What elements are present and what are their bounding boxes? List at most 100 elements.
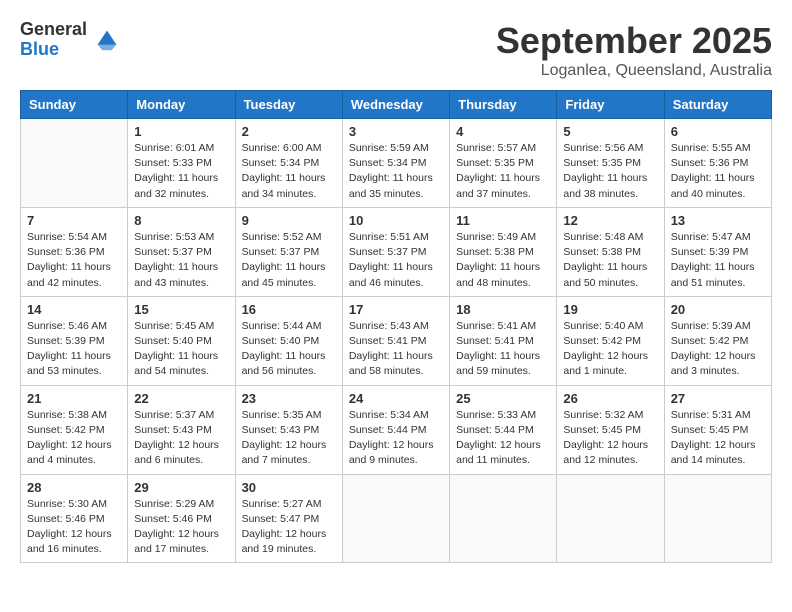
day-info: Sunrise: 5:56 AM Sunset: 5:35 PM Dayligh… bbox=[563, 141, 657, 202]
day-info: Sunrise: 5:29 AM Sunset: 5:46 PM Dayligh… bbox=[134, 497, 228, 558]
day-number: 17 bbox=[349, 302, 443, 317]
calendar-cell: 8Sunrise: 5:53 AM Sunset: 5:37 PM Daylig… bbox=[128, 207, 235, 296]
day-info: Sunrise: 5:27 AM Sunset: 5:47 PM Dayligh… bbox=[242, 497, 336, 558]
day-info: Sunrise: 5:33 AM Sunset: 5:44 PM Dayligh… bbox=[456, 408, 550, 469]
calendar-cell: 3 Sunrise: 5:59 AM Sunset: 5:34 PM Daylig… bbox=[342, 119, 449, 208]
day-info: Sunrise: 5:40 AM Sunset: 5:42 PM Dayligh… bbox=[563, 319, 657, 380]
day-number: 26 bbox=[563, 391, 657, 406]
calendar-cell: 15 Sunrise: 5:45 AM Sunset: 5:40 PM Dayli… bbox=[128, 296, 235, 385]
location: Loganlea, Queensland, Australia bbox=[496, 62, 772, 80]
day-number: 19 bbox=[563, 302, 657, 317]
calendar-week-2: 7Sunrise: 5:54 AM Sunset: 5:36 PM Daylig… bbox=[21, 207, 772, 296]
day-number: 13 bbox=[671, 213, 765, 228]
day-number: 22 bbox=[134, 391, 228, 406]
column-header-friday: Friday bbox=[557, 91, 664, 119]
calendar-cell bbox=[21, 119, 128, 208]
day-number: 14 bbox=[27, 302, 121, 317]
day-number: 15 bbox=[134, 302, 228, 317]
logo-text: General Blue bbox=[20, 20, 87, 60]
calendar-cell: 24Sunrise: 5:34 AM Sunset: 5:44 PM Dayli… bbox=[342, 385, 449, 474]
calendar-week-3: 14Sunrise: 5:46 AM Sunset: 5:39 PM Dayli… bbox=[21, 296, 772, 385]
column-header-saturday: Saturday bbox=[664, 91, 771, 119]
day-info: Sunrise: 5:35 AM Sunset: 5:43 PM Dayligh… bbox=[242, 408, 336, 469]
calendar-cell bbox=[557, 474, 664, 563]
day-number: 27 bbox=[671, 391, 765, 406]
day-info: Sunrise: 6:01 AM Sunset: 5:33 PM Dayligh… bbox=[134, 141, 228, 202]
calendar-cell bbox=[664, 474, 771, 563]
day-info: Sunrise: 5:37 AM Sunset: 5:43 PM Dayligh… bbox=[134, 408, 228, 469]
day-info: Sunrise: 5:41 AM Sunset: 5:41 PM Dayligh… bbox=[456, 319, 550, 380]
day-info: Sunrise: 5:55 AM Sunset: 5:36 PM Dayligh… bbox=[671, 141, 765, 202]
calendar-cell bbox=[450, 474, 557, 563]
calendar-cell: 28 Sunrise: 5:30 AM Sunset: 5:46 PM Dayli… bbox=[21, 474, 128, 563]
day-number: 29 bbox=[134, 480, 228, 495]
calendar-week-1: 1 Sunrise: 6:01 AM Sunset: 5:33 PM Daylig… bbox=[21, 119, 772, 208]
calendar-cell: 14Sunrise: 5:46 AM Sunset: 5:39 PM Dayli… bbox=[21, 296, 128, 385]
calendar-cell: 4Sunrise: 5:57 AM Sunset: 5:35 PM Daylig… bbox=[450, 119, 557, 208]
day-number: 25 bbox=[456, 391, 550, 406]
calendar-cell: 2 Sunrise: 6:00 AM Sunset: 5:34 PM Daylig… bbox=[235, 119, 342, 208]
calendar-cell: 11 Sunrise: 5:49 AM Sunset: 5:38 PM Dayli… bbox=[450, 207, 557, 296]
logo-blue: Blue bbox=[20, 40, 87, 60]
day-number: 16 bbox=[242, 302, 336, 317]
calendar-cell: 21 Sunrise: 5:38 AM Sunset: 5:42 PM Dayli… bbox=[21, 385, 128, 474]
calendar-cell: 29 Sunrise: 5:29 AM Sunset: 5:46 PM Dayli… bbox=[128, 474, 235, 563]
logo-general: General bbox=[20, 20, 87, 40]
day-info: Sunrise: 5:44 AM Sunset: 5:40 PM Dayligh… bbox=[242, 319, 336, 380]
day-number: 9 bbox=[242, 213, 336, 228]
day-number: 24 bbox=[349, 391, 443, 406]
day-info: Sunrise: 5:31 AM Sunset: 5:45 PM Dayligh… bbox=[671, 408, 765, 469]
calendar-cell bbox=[342, 474, 449, 563]
logo: General Blue bbox=[20, 20, 121, 60]
column-header-thursday: Thursday bbox=[450, 91, 557, 119]
day-number: 21 bbox=[27, 391, 121, 406]
calendar-cell: 16 Sunrise: 5:44 AM Sunset: 5:40 PM Dayli… bbox=[235, 296, 342, 385]
calendar-cell: 9 Sunrise: 5:52 AM Sunset: 5:37 PM Daylig… bbox=[235, 207, 342, 296]
day-number: 1 bbox=[134, 124, 228, 139]
day-number: 3 bbox=[349, 124, 443, 139]
day-info: Sunrise: 5:59 AM Sunset: 5:34 PM Dayligh… bbox=[349, 141, 443, 202]
column-header-tuesday: Tuesday bbox=[235, 91, 342, 119]
logo-icon bbox=[93, 26, 121, 54]
calendar-cell: 10Sunrise: 5:51 AM Sunset: 5:37 PM Dayli… bbox=[342, 207, 449, 296]
day-info: Sunrise: 5:53 AM Sunset: 5:37 PM Dayligh… bbox=[134, 230, 228, 291]
day-info: Sunrise: 5:52 AM Sunset: 5:37 PM Dayligh… bbox=[242, 230, 336, 291]
day-info: Sunrise: 5:49 AM Sunset: 5:38 PM Dayligh… bbox=[456, 230, 550, 291]
day-number: 23 bbox=[242, 391, 336, 406]
calendar-cell: 6 Sunrise: 5:55 AM Sunset: 5:36 PM Daylig… bbox=[664, 119, 771, 208]
calendar-cell: 25 Sunrise: 5:33 AM Sunset: 5:44 PM Dayli… bbox=[450, 385, 557, 474]
day-info: Sunrise: 5:47 AM Sunset: 5:39 PM Dayligh… bbox=[671, 230, 765, 291]
calendar-cell: 12Sunrise: 5:48 AM Sunset: 5:38 PM Dayli… bbox=[557, 207, 664, 296]
day-info: Sunrise: 5:32 AM Sunset: 5:45 PM Dayligh… bbox=[563, 408, 657, 469]
day-number: 12 bbox=[563, 213, 657, 228]
calendar-cell: 13 Sunrise: 5:47 AM Sunset: 5:39 PM Dayli… bbox=[664, 207, 771, 296]
day-number: 2 bbox=[242, 124, 336, 139]
day-info: Sunrise: 5:39 AM Sunset: 5:42 PM Dayligh… bbox=[671, 319, 765, 380]
calendar-cell: 1 Sunrise: 6:01 AM Sunset: 5:33 PM Daylig… bbox=[128, 119, 235, 208]
calendar-week-5: 28 Sunrise: 5:30 AM Sunset: 5:46 PM Dayli… bbox=[21, 474, 772, 563]
calendar-cell: 26 Sunrise: 5:32 AM Sunset: 5:45 PM Dayli… bbox=[557, 385, 664, 474]
day-number: 11 bbox=[456, 213, 550, 228]
calendar-table: SundayMondayTuesdayWednesdayThursdayFrid… bbox=[20, 90, 772, 563]
column-header-monday: Monday bbox=[128, 91, 235, 119]
calendar-cell: 19 Sunrise: 5:40 AM Sunset: 5:42 PM Dayli… bbox=[557, 296, 664, 385]
day-number: 6 bbox=[671, 124, 765, 139]
calendar-cell: 17Sunrise: 5:43 AM Sunset: 5:41 PM Dayli… bbox=[342, 296, 449, 385]
title-section: September 2025 Loganlea, Queensland, Aus… bbox=[496, 20, 772, 80]
day-info: Sunrise: 5:45 AM Sunset: 5:40 PM Dayligh… bbox=[134, 319, 228, 380]
day-number: 30 bbox=[242, 480, 336, 495]
day-info: Sunrise: 6:00 AM Sunset: 5:34 PM Dayligh… bbox=[242, 141, 336, 202]
calendar-cell: 7Sunrise: 5:54 AM Sunset: 5:36 PM Daylig… bbox=[21, 207, 128, 296]
day-number: 28 bbox=[27, 480, 121, 495]
calendar-cell: 5 Sunrise: 5:56 AM Sunset: 5:35 PM Daylig… bbox=[557, 119, 664, 208]
calendar-cell: 27 Sunrise: 5:31 AM Sunset: 5:45 PM Dayli… bbox=[664, 385, 771, 474]
day-info: Sunrise: 5:38 AM Sunset: 5:42 PM Dayligh… bbox=[27, 408, 121, 469]
column-header-sunday: Sunday bbox=[21, 91, 128, 119]
month-title: September 2025 bbox=[496, 20, 772, 62]
column-header-wednesday: Wednesday bbox=[342, 91, 449, 119]
day-number: 4 bbox=[456, 124, 550, 139]
day-number: 5 bbox=[563, 124, 657, 139]
calendar-cell: 18Sunrise: 5:41 AM Sunset: 5:41 PM Dayli… bbox=[450, 296, 557, 385]
day-info: Sunrise: 5:30 AM Sunset: 5:46 PM Dayligh… bbox=[27, 497, 121, 558]
calendar-header-row: SundayMondayTuesdayWednesdayThursdayFrid… bbox=[21, 91, 772, 119]
